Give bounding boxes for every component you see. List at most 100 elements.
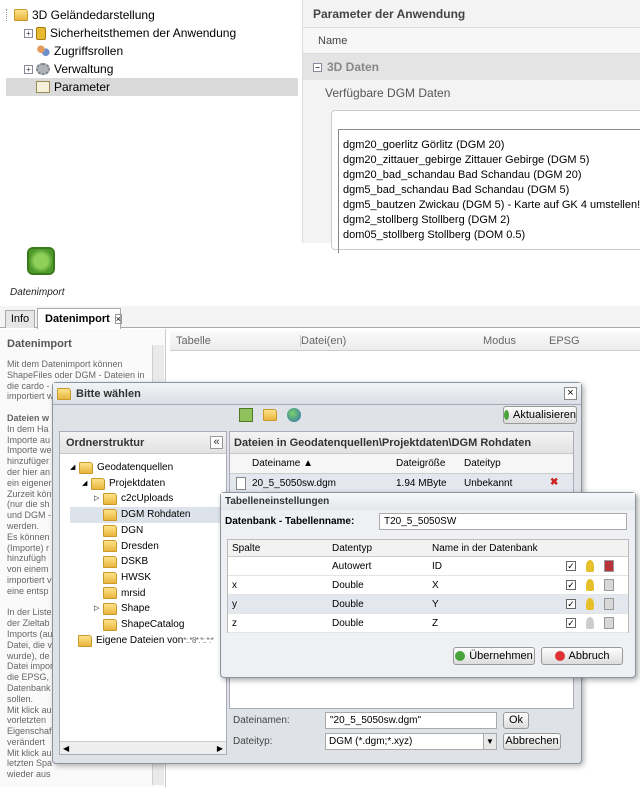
col-dateiname[interactable]: Dateiname ▲ [252, 458, 313, 469]
upload-icon[interactable] [239, 408, 253, 422]
cell-dbname[interactable]: Z [432, 618, 438, 629]
column-table-row[interactable]: z Double Z ✓ [228, 614, 628, 633]
cell-spalte[interactable]: z [232, 618, 237, 629]
index-icon[interactable] [604, 560, 614, 572]
collapse-icon[interactable]: − [313, 62, 322, 72]
cancel-button[interactable]: Abbrechen [503, 732, 561, 750]
datenimport-tool[interactable]: Datenimport [10, 244, 80, 300]
col-modus[interactable]: Modus [483, 335, 516, 347]
tree-root[interactable]: 3D Geländedarstellung [6, 6, 298, 24]
include-checkbox[interactable]: ✓ [566, 599, 576, 609]
filename-input[interactable] [325, 711, 497, 729]
cell-spalte[interactable]: x [232, 580, 237, 591]
folder-projektdaten[interactable]: ◢ Projektdaten [70, 476, 226, 492]
tree-item-label: Parameter [54, 80, 111, 94]
tree-item-parameter[interactable]: Parameter [6, 78, 298, 96]
cell-datentyp[interactable]: Autowert [332, 561, 371, 572]
folder-own-files[interactable]: Eigene Dateien von *:.*8*.*:.*:* [70, 633, 226, 649]
dgm-list-item[interactable]: dgm5_bautzen Zwickau (DGM 5) - Karte auf… [343, 198, 640, 213]
folder-item[interactable]: mrsid [70, 586, 226, 602]
col-dateien[interactable]: Datei(en) [300, 335, 346, 347]
expand-arrow-icon[interactable]: ▷ [94, 601, 103, 617]
folder-item[interactable]: DGM Rohdaten [70, 507, 226, 523]
include-checkbox[interactable]: ✓ [566, 618, 576, 628]
folder-item[interactable]: ShapeCatalog [70, 617, 226, 633]
cell-datentyp[interactable]: Double [332, 599, 364, 610]
cell-datentyp[interactable]: Double [332, 618, 364, 629]
username-masked: *:.*8*.*:.*:* [183, 635, 214, 645]
col-epsg[interactable]: EPSG [549, 335, 580, 347]
users-icon [36, 45, 50, 57]
column-table-row[interactable]: x Double X ✓ [228, 576, 628, 595]
tab-close-icon[interactable]: × [114, 314, 123, 324]
collapse-panel-button[interactable]: « [210, 436, 223, 449]
globe-icon[interactable] [287, 408, 301, 422]
dgm-list-item[interactable]: dgm2_stollberg Stollberg (DGM 2) [343, 213, 640, 228]
column-table-row[interactable]: Autowert ID ✓ [228, 557, 628, 576]
check-icon [455, 651, 466, 661]
tab-info[interactable]: Info [5, 310, 35, 328]
col-spalte[interactable]: Spalte [232, 543, 260, 554]
dgm-list-item[interactable]: dom05_stollberg Stollberg (DOM 0.5) [343, 228, 640, 243]
include-checkbox[interactable]: ✓ [566, 561, 576, 571]
key-icon[interactable] [586, 598, 594, 610]
cell-datentyp[interactable]: Double [332, 580, 364, 591]
cell-dbname[interactable]: Y [432, 599, 439, 610]
group-header[interactable]: − 3D Daten [303, 54, 640, 80]
tree-item-label: Sicherheitsthemen der Anwendung [50, 26, 237, 40]
index-icon[interactable] [604, 579, 614, 591]
folder-item[interactable]: DSKB [70, 554, 226, 570]
dgm-list-item[interactable]: dgm20_bad_schandau Bad Schandau (DGM 20) [343, 168, 640, 183]
include-checkbox[interactable]: ✓ [566, 580, 576, 590]
col-dbname[interactable]: Name in der Datenbank [432, 543, 538, 554]
expand-icon[interactable]: + [24, 28, 33, 38]
new-folder-icon[interactable] [263, 409, 277, 421]
refresh-icon [504, 410, 510, 420]
folder-hscrollbar[interactable]: ◀ ▶ [60, 741, 226, 754]
delete-icon[interactable]: ✖ [550, 477, 558, 488]
refresh-button[interactable]: Aktualisieren [503, 406, 577, 424]
expand-icon[interactable]: + [24, 64, 33, 74]
folder-item[interactable]: Dresden [70, 539, 226, 555]
cell-dbname[interactable]: ID [432, 561, 442, 572]
expand-arrow-icon[interactable]: ▷ [94, 491, 103, 507]
cell-dbname[interactable]: X [432, 580, 439, 591]
dgm-list-item[interactable]: dgm20_goerlitz Görlitz (DGM 20) [343, 138, 640, 153]
col-tabelle[interactable]: Tabelle [176, 335, 211, 347]
help-title: Datenimport [7, 338, 72, 350]
apply-button[interactable]: Übernehmen [453, 647, 535, 665]
file-row[interactable]: 20_5_5050sw.dgm 1.94 MByte Unbekannt ✖ [230, 474, 573, 494]
dialog-close-button[interactable]: × [564, 387, 577, 400]
col-datentyp[interactable]: Datentyp [332, 543, 372, 554]
tree-item-security[interactable]: + Sicherheitsthemen der Anwendung [6, 24, 298, 42]
key-icon[interactable] [586, 560, 594, 572]
folder-item[interactable]: HWSK [70, 570, 226, 586]
col-dateigroesse[interactable]: Dateigröße [396, 458, 445, 469]
table-name-input[interactable] [379, 512, 627, 530]
folder-item[interactable]: ▷ Shape [70, 601, 226, 617]
folder-geodatenquellen[interactable]: ◢ Geodatenquellen [70, 460, 226, 476]
cell-spalte[interactable]: y [232, 599, 237, 610]
key-icon[interactable] [586, 617, 594, 629]
tab-datenimport[interactable]: Datenimport × [37, 308, 123, 329]
column-table-row[interactable]: y Double Y ✓ [228, 595, 628, 614]
filetype-label: Dateityp: [233, 735, 273, 747]
tree-item-admin[interactable]: + Verwaltung [6, 60, 298, 78]
key-icon[interactable] [586, 579, 594, 591]
ok-button[interactable]: Ok [503, 711, 529, 729]
col-dateityp[interactable]: Dateityp [464, 458, 501, 469]
filetype-value: DGM (*.dgm;*.xyz) [329, 735, 413, 747]
dgm-list[interactable]: dgm20_goerlitz Görlitz (DGM 20) dgm20_zit… [338, 129, 640, 253]
dgm-list-item[interactable]: dgm20_zittauer_gebirge Zittauer Gebirge … [343, 153, 640, 168]
index-icon[interactable] [604, 617, 614, 629]
folder-item[interactable]: DGN [70, 523, 226, 539]
index-icon[interactable] [604, 598, 614, 610]
filename-row: Dateinamen: Ok [233, 711, 573, 729]
abort-button[interactable]: Abbruch [541, 647, 623, 665]
filetype-select[interactable]: DGM (*.dgm;*.xyz) ▼ [325, 732, 497, 750]
folder-item[interactable]: ▷ c2cUploads [70, 491, 226, 507]
tree-item-roles[interactable]: Zugriffsrollen [6, 42, 298, 60]
folder-icon [103, 540, 117, 553]
dgm-list-item[interactable]: dgm5_bad_schandau Bad Schandau (DGM 5) [343, 183, 640, 198]
gear-icon [36, 63, 50, 75]
